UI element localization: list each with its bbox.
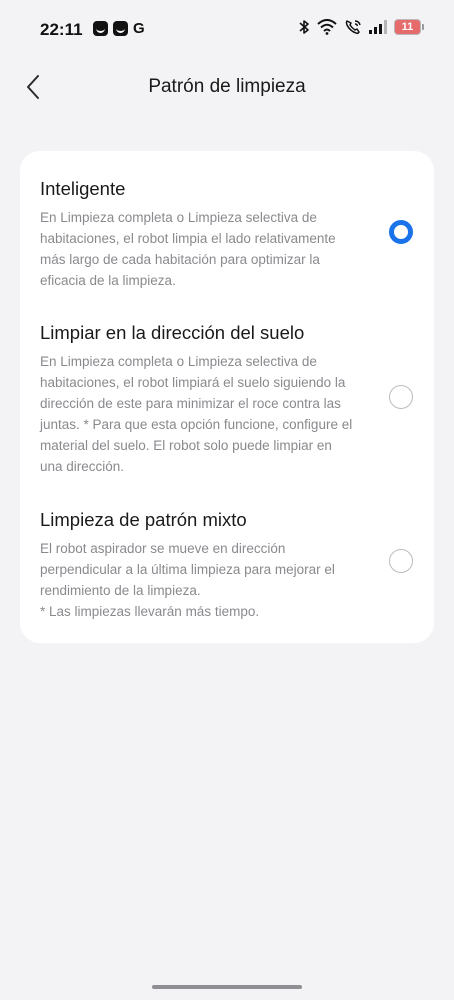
option-patron-mixto[interactable]: Limpieza de patrón mixto El robot aspira… [40,508,414,622]
radio-direccion-suelo[interactable] [389,385,413,409]
wifi-icon [317,19,337,35]
option-description: En Limpieza completa o Limpieza selectiv… [40,210,336,288]
page-title: Patrón de limpieza [148,76,306,97]
notification-icons: G [93,21,145,36]
status-bar: 22:11 G 11 [0,0,454,60]
cleaning-pattern-card: Inteligente En Limpieza completa o Limpi… [20,151,434,643]
google-notification-icon: G [133,20,145,37]
battery-icon: 11 [394,19,424,35]
option-description: El robot aspirador se mueve en dirección… [40,541,335,619]
app-notification-icon [113,21,128,36]
option-direccion-suelo[interactable]: Limpiar en la dirección del suelo En Lim… [40,321,414,477]
app-notification-icon [93,21,108,36]
option-title: Limpieza de patrón mixto [40,509,247,530]
option-title: Limpiar en la dirección del suelo [40,322,305,343]
bluetooth-icon [299,20,309,34]
signal-icon [369,20,387,34]
status-time: 22:11 [40,20,83,39]
app-header: Patrón de limpieza [0,60,454,116]
wifi-call-icon [345,20,361,35]
home-indicator[interactable] [152,985,302,989]
option-title: Inteligente [40,178,126,199]
radio-patron-mixto[interactable] [389,549,413,573]
battery-level: 11 [401,21,414,33]
option-description: En Limpieza completa o Limpieza selectiv… [40,354,353,474]
option-inteligente[interactable]: Inteligente En Limpieza completa o Limpi… [40,177,414,291]
system-icons: 11 [298,19,424,35]
radio-inteligente[interactable] [389,220,413,244]
